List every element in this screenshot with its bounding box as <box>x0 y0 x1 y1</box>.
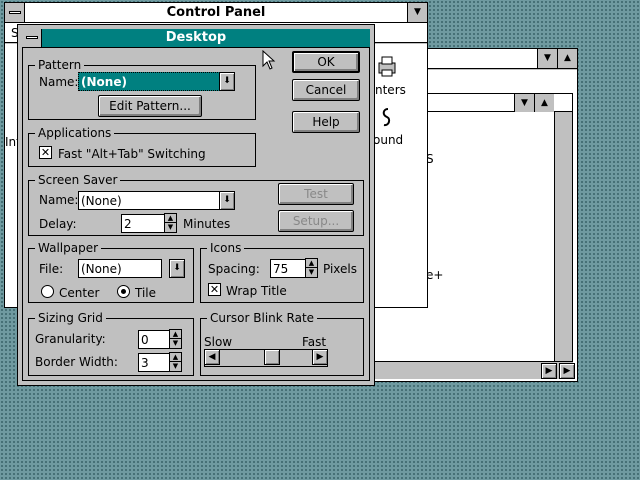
delay-value: 2 <box>124 217 132 231</box>
chevron-down-icon[interactable]: ⬇ <box>219 72 235 91</box>
cancel-button[interactable]: Cancel <box>292 79 360 101</box>
fast-switching-checkbox[interactable]: ✕ <box>39 146 52 159</box>
printer-icon[interactable] <box>377 55 397 79</box>
group-label: Icons <box>207 241 245 255</box>
wallpaper-file-select[interactable]: (None) <box>78 259 162 278</box>
pattern-name-select[interactable]: (None) <box>78 72 220 91</box>
border-width-spinner[interactable]: ▲ ▼ <box>169 352 182 372</box>
setup-button[interactable]: Setup... <box>278 210 354 232</box>
wallpaper-file-label: File: <box>39 262 64 276</box>
minimize-button[interactable]: ▼ <box>407 3 427 22</box>
group-label: Wallpaper <box>35 241 102 255</box>
fast-label: Fast <box>302 335 327 349</box>
group-label: Cursor Blink Rate <box>207 311 318 325</box>
dialog-titlebar[interactable]: Desktop <box>22 29 370 48</box>
partial-text: e+ <box>426 268 444 282</box>
group-label: Applications <box>35 126 115 140</box>
granularity-label: Granularity: <box>35 332 106 346</box>
chevron-down-icon[interactable]: ⬇ <box>169 259 185 278</box>
spacing-value: 75 <box>273 262 289 276</box>
border-width-input[interactable]: 3 <box>138 353 170 372</box>
edit-pattern-button[interactable]: Edit Pattern... <box>98 95 202 117</box>
granularity-input[interactable]: 0 <box>138 330 170 349</box>
pattern-name-label: Name: <box>39 75 79 89</box>
system-menu-icon[interactable] <box>5 3 25 22</box>
border-width-label: Border Width: <box>35 355 118 369</box>
delay-unit-label: Minutes <box>183 217 231 231</box>
group-label: Screen Saver <box>35 173 121 187</box>
partial-icon-label[interactable]: ound <box>373 133 403 147</box>
spacing-spinner[interactable]: ▲ ▼ <box>305 258 318 278</box>
screen-saver-select[interactable]: (None) <box>78 191 220 210</box>
delay-spinner[interactable]: ▲ ▼ <box>164 213 177 233</box>
slow-label: Slow <box>204 335 233 349</box>
mouse-pointer-icon <box>262 49 276 70</box>
screen-saver-value: (None) <box>81 194 122 208</box>
tile-label: Tile <box>135 286 157 300</box>
spacing-unit-label: Pixels <box>323 262 358 276</box>
spacing-input[interactable]: 75 <box>270 259 306 278</box>
desktop-dialog: Desktop OK Cancel Help Pattern Name: (No… <box>17 24 375 386</box>
tile-radio[interactable] <box>117 285 130 298</box>
scroll-left-arrow-icon[interactable]: ◀ <box>204 349 220 365</box>
inner-maximize-button[interactable]: ▲ <box>534 94 554 112</box>
ok-button[interactable]: OK <box>292 51 360 73</box>
scroll-right-button[interactable]: ▶ <box>559 363 575 379</box>
control-panel-titlebar[interactable]: Control Panel <box>5 3 427 23</box>
center-radio[interactable] <box>41 285 54 298</box>
granularity-spinner[interactable]: ▲ ▼ <box>169 329 182 349</box>
dialog-title: Desktop <box>165 30 227 45</box>
center-label: Center <box>59 286 100 300</box>
minimize-button[interactable]: ▼ <box>537 49 557 68</box>
pattern-name-value: (None) <box>81 75 127 89</box>
delay-input[interactable]: 2 <box>121 214 165 233</box>
inner-minimize-button[interactable]: ▼ <box>514 94 534 112</box>
delay-label: Delay: <box>39 217 77 231</box>
partial-icon-label[interactable]: nters <box>375 83 406 97</box>
blink-rate-thumb[interactable] <box>264 349 280 365</box>
scroll-right-arrow-icon[interactable]: ▶ <box>312 349 328 365</box>
wrap-title-label: Wrap Title <box>226 284 287 298</box>
system-menu-icon[interactable] <box>22 29 42 47</box>
scroll-right-button-small[interactable]: ▶ <box>541 363 557 379</box>
screen-saver-name-label: Name: <box>39 193 79 207</box>
wrap-title-checkbox[interactable]: ✕ <box>208 283 221 296</box>
spacing-label: Spacing: <box>208 262 260 276</box>
group-label: Sizing Grid <box>35 311 106 325</box>
maximize-button[interactable]: ▲ <box>557 49 577 68</box>
blink-rate-scrollbar[interactable]: ◀ ▶ <box>204 349 328 367</box>
fast-switching-label: Fast "Alt+Tab" Switching <box>58 147 206 161</box>
sound-icon[interactable] <box>379 107 397 129</box>
chevron-down-icon[interactable]: ⬇ <box>219 191 235 210</box>
group-label: Pattern <box>35 58 85 72</box>
window-title: Control Panel <box>166 5 266 20</box>
help-button[interactable]: Help <box>292 111 360 133</box>
test-button[interactable]: Test <box>278 183 354 205</box>
border-width-value: 3 <box>141 356 149 370</box>
vertical-scrollbar[interactable] <box>554 112 572 376</box>
wallpaper-file-value: (None) <box>81 262 122 276</box>
granularity-value: 0 <box>141 333 149 347</box>
